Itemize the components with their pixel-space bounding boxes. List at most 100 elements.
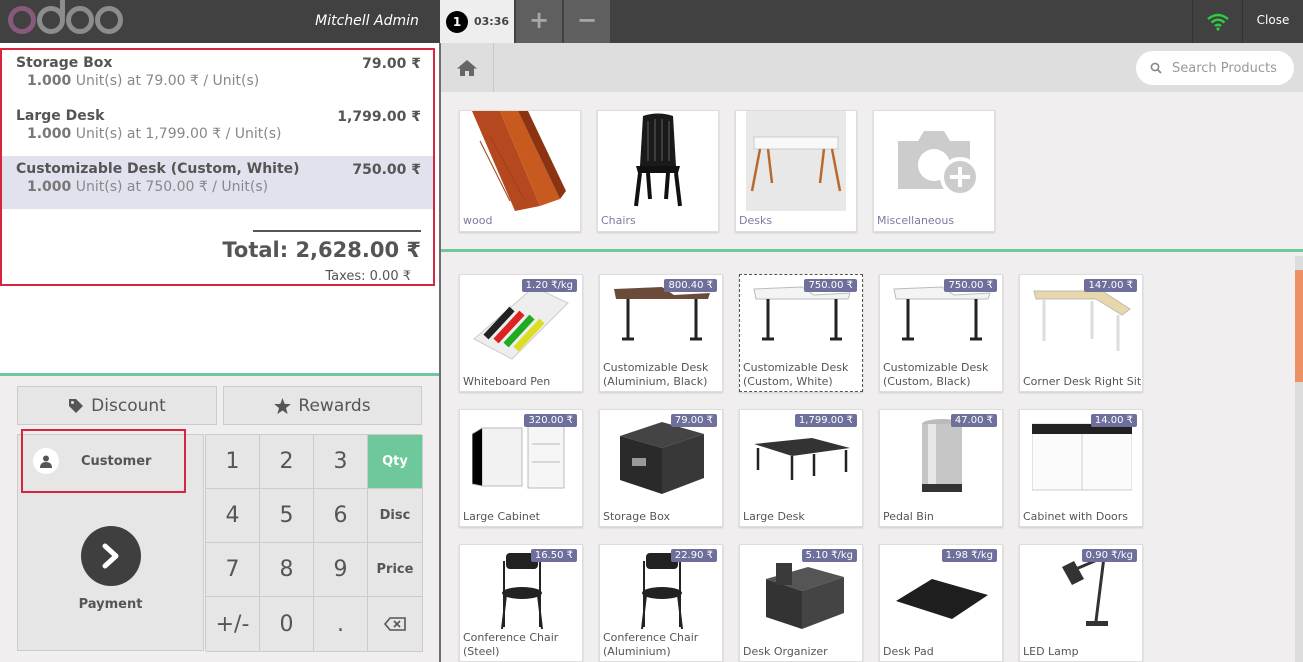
- product-price: 14.00 ₹: [1090, 414, 1137, 427]
- order-line-qty: 1.000: [27, 179, 72, 195]
- numpad-key-9[interactable]: 9: [314, 543, 368, 597]
- product-price: 750.00 ₹: [944, 279, 997, 292]
- mode-qty-button[interactable]: Qty: [368, 435, 423, 489]
- product-name: Customizable Desk (Aluminium, Black): [603, 361, 709, 388]
- product-name: Desk Organizer: [743, 645, 828, 658]
- customer-label: Customer: [81, 453, 152, 469]
- order-line-price: 1,799.00 ₹: [337, 109, 421, 125]
- category-wood[interactable]: wood: [459, 110, 581, 232]
- numpad-key-plus-minus[interactable]: +/-: [206, 597, 260, 652]
- category-label: Chairs: [601, 214, 636, 227]
- category-miscellaneous[interactable]: Miscellaneous: [873, 110, 995, 232]
- order-line-name: Storage Box: [16, 55, 113, 71]
- order-taxes: Taxes: 0.00 ₹: [325, 269, 411, 284]
- product-customizable-desk-aluminium-black[interactable]: 800.40 ₹ Customizable Desk (Aluminium, B…: [599, 274, 723, 392]
- product-storage-box[interactable]: 79.00 ₹ Storage Box: [599, 409, 723, 527]
- numpad-key-dot[interactable]: .: [314, 597, 368, 652]
- camera-plus-icon: [898, 131, 980, 197]
- product-name: Cabinet with Doors: [1023, 510, 1129, 523]
- product-name: Corner Desk Right Sit: [1023, 375, 1142, 388]
- customer-button[interactable]: Customer: [21, 429, 186, 493]
- rewards-button[interactable]: Rewards: [223, 386, 422, 425]
- order-line-unit-info: Unit(s) at 79.00 ₹ / Unit(s): [75, 73, 260, 89]
- search-input[interactable]: Search Products: [1172, 61, 1277, 76]
- numpad-key-4[interactable]: 4: [206, 489, 260, 543]
- product-price: 47.00 ₹: [950, 414, 997, 427]
- numpad-key-8[interactable]: 8: [260, 543, 314, 597]
- search-box[interactable]: Search Products: [1136, 51, 1294, 85]
- product-name: Conference Chair (Aluminium): [603, 631, 699, 658]
- product-grid: 1.20 ₹/kg Whiteboard Pen 800.40 ₹ Custom…: [441, 255, 1293, 662]
- remove-order-button[interactable]: −: [564, 0, 610, 43]
- rewards-label: Rewards: [298, 395, 371, 416]
- product-customizable-desk-custom-black[interactable]: 750.00 ₹ Customizable Desk (Custom, Blac…: [879, 274, 1003, 392]
- order-line-info: 1.000 Unit(s) at 1,799.00 ₹ / Unit(s): [27, 126, 419, 142]
- payment-button[interactable]: [81, 526, 141, 586]
- product-large-desk[interactable]: 1,799.00 ₹ Large Desk: [739, 409, 863, 527]
- home-button[interactable]: [441, 43, 494, 92]
- order-total: Total: 2,628.00 ₹: [222, 238, 421, 262]
- wood-image: [472, 111, 566, 211]
- numpad-key-3[interactable]: 3: [314, 435, 368, 489]
- product-whiteboard-pen[interactable]: 1.20 ₹/kg Whiteboard Pen: [459, 274, 583, 392]
- products-pane: Search Products wood Chairs Desks Miscel…: [441, 43, 1303, 662]
- user-name[interactable]: Mitchell Admin: [295, 0, 439, 43]
- product-name: Customizable Desk (Custom, Black): [883, 361, 989, 388]
- numpad-key-5[interactable]: 5: [260, 489, 314, 543]
- numpad-key-2[interactable]: 2: [260, 435, 314, 489]
- order-tab[interactable]: 1 03:36: [440, 0, 514, 43]
- order-line-unit-info: Unit(s) at 750.00 ₹ / Unit(s): [75, 179, 269, 195]
- product-corner-desk-right-sit[interactable]: 147.00 ₹ Corner Desk Right Sit: [1019, 274, 1143, 392]
- numpad-key-6[interactable]: 6: [314, 489, 368, 543]
- order-line-selected[interactable]: Customizable Desk (Custom, White) 750.00…: [2, 156, 433, 209]
- product-name: Conference Chair (Steel): [463, 631, 559, 658]
- product-name: Storage Box: [603, 510, 670, 523]
- backspace-button[interactable]: [368, 597, 423, 652]
- product-price: 79.00 ₹: [670, 414, 717, 427]
- order-line[interactable]: Large Desk 1,799.00 ₹ 1.000 Unit(s) at 1…: [2, 103, 433, 156]
- product-price: 750.00 ₹: [804, 279, 857, 292]
- order-line-info: 1.000 Unit(s) at 79.00 ₹ / Unit(s): [27, 73, 419, 89]
- product-pedal-bin[interactable]: 47.00 ₹ Pedal Bin: [879, 409, 1003, 527]
- order-line[interactable]: Storage Box 79.00 ₹ 1.000 Unit(s) at 79.…: [2, 50, 433, 103]
- wifi-icon[interactable]: [1192, 0, 1242, 43]
- product-price: 147.00 ₹: [1084, 279, 1137, 292]
- product-scrollbar-thumb[interactable]: [1295, 270, 1303, 382]
- numpad-key-1[interactable]: 1: [206, 435, 260, 489]
- discount-button[interactable]: Discount: [17, 386, 217, 425]
- product-conference-chair-aluminium[interactable]: 22.90 ₹ Conference Chair (Aluminium): [599, 544, 723, 662]
- close-button[interactable]: Close: [1242, 0, 1303, 43]
- mode-price-button[interactable]: Price: [368, 543, 423, 597]
- product-name: Whiteboard Pen: [463, 375, 551, 388]
- product-price: 320.00 ₹: [524, 414, 577, 427]
- product-customizable-desk-custom-white[interactable]: 750.00 ₹ Customizable Desk (Custom, Whit…: [739, 274, 863, 392]
- order-number: 1: [446, 10, 468, 33]
- product-price: 16.50 ₹: [530, 549, 577, 562]
- backspace-icon: [384, 617, 406, 631]
- category-label: Desks: [739, 214, 773, 227]
- mode-disc-button[interactable]: Disc: [368, 489, 423, 543]
- products-header: Search Products: [441, 43, 1303, 92]
- product-cabinet-with-doors[interactable]: 14.00 ₹ Cabinet with Doors: [1019, 409, 1143, 527]
- numpad-key-0[interactable]: 0: [260, 597, 314, 652]
- product-large-cabinet[interactable]: 320.00 ₹ Large Cabinet: [459, 409, 583, 527]
- category-chairs[interactable]: Chairs: [597, 110, 719, 232]
- user-icon: [33, 448, 59, 474]
- category-desks[interactable]: Desks: [735, 110, 857, 232]
- total-divider: [253, 230, 421, 232]
- product-name: Desk Pad: [883, 645, 934, 658]
- order-line-price: 79.00 ₹: [362, 56, 421, 72]
- numpad-key-7[interactable]: 7: [206, 543, 260, 597]
- order-lines: Storage Box 79.00 ₹ 1.000 Unit(s) at 79.…: [0, 48, 435, 286]
- product-led-lamp[interactable]: 0.90 ₹/kg LED Lamp: [1019, 544, 1143, 662]
- discount-label: Discount: [91, 395, 166, 416]
- product-name: Pedal Bin: [883, 510, 934, 523]
- product-name: LED Lamp: [1023, 645, 1079, 658]
- product-desk-pad[interactable]: 1.98 ₹/kg Desk Pad: [879, 544, 1003, 662]
- order-line-qty: 1.000: [27, 126, 72, 142]
- star-icon: [274, 397, 292, 414]
- product-price: 1.20 ₹/kg: [521, 279, 577, 292]
- add-order-button[interactable]: +: [516, 0, 562, 43]
- product-desk-organizer[interactable]: 5.10 ₹/kg Desk Organizer: [739, 544, 863, 662]
- product-conference-chair-steel[interactable]: 16.50 ₹ Conference Chair (Steel): [459, 544, 583, 662]
